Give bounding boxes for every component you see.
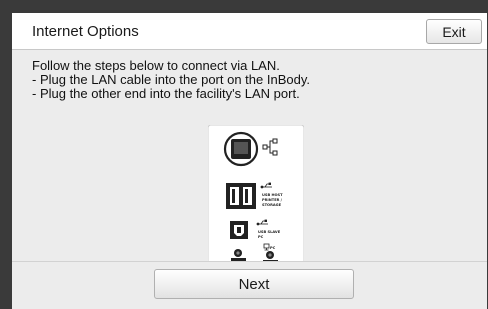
usb-slave-label: USB SLAVE xyxy=(258,230,281,234)
instruction-line-3: - Plug the other end into the facility's… xyxy=(32,86,300,101)
pc-label: PC xyxy=(270,246,276,250)
printer-label: PRINTER / xyxy=(262,198,283,202)
instruction-line-1: Follow the steps below to connect via LA… xyxy=(32,58,280,73)
usb-slave-pc-label: PC xyxy=(258,235,264,239)
instructions-text: Follow the steps below to connect via LA… xyxy=(32,59,472,101)
dialog-titlebar: Internet Options Exit xyxy=(12,13,487,50)
dialog-footer: Next xyxy=(12,261,487,309)
usb-host-port-icon xyxy=(226,183,256,209)
internet-options-dialog: Internet Options Exit Follow the steps b… xyxy=(12,13,487,309)
port-panel-illustration: USB HOST PRINTER / STORAGE USB SLAVE PC xyxy=(208,125,304,261)
next-button[interactable]: Next xyxy=(154,269,354,299)
dialog-title: Internet Options xyxy=(32,23,139,40)
usb-host-label: USB HOST xyxy=(262,193,283,197)
instruction-line-2: - Plug the LAN cable into the port on th… xyxy=(32,72,310,87)
usb-slave-port-icon xyxy=(230,221,248,239)
storage-label: STORAGE xyxy=(262,203,282,207)
exit-button[interactable]: Exit xyxy=(426,19,482,44)
